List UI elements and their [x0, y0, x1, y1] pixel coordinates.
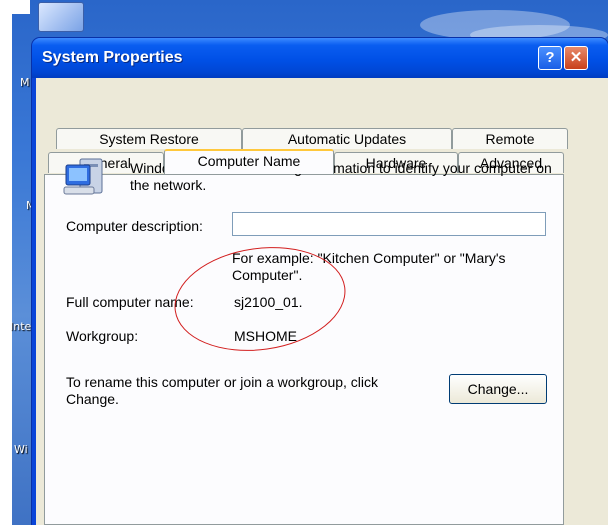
full-computer-name-label: Full computer name: [66, 294, 194, 310]
desktop-icon-label[interactable]: Wi [14, 443, 28, 456]
tab-computer-name[interactable]: Computer Name [164, 149, 334, 174]
computer-description-input[interactable] [232, 212, 546, 236]
tab-system-restore[interactable]: System Restore [56, 128, 242, 149]
rename-instructions: To rename this computer or join a workgr… [66, 374, 379, 407]
screen-edge [0, 0, 30, 14]
screen-edge [0, 0, 12, 525]
workgroup-value: MSHOME [234, 328, 297, 344]
desktop-icon[interactable] [38, 2, 84, 32]
full-computer-name-value: sj2100_01. [234, 294, 303, 310]
close-button[interactable]: ✕ [564, 46, 588, 70]
tab-automatic-updates[interactable]: Automatic Updates [242, 128, 452, 149]
computer-icon [63, 158, 103, 195]
workgroup-label: Workgroup: [66, 328, 139, 344]
desktop-icon-label[interactable]: Inte [10, 320, 31, 333]
example-hint-text: For example: "Kitchen Computer" or "Mary… [232, 250, 506, 283]
computer-description-label: Computer description: [66, 218, 203, 234]
tab-remote[interactable]: Remote [452, 128, 568, 149]
title-bar[interactable]: System Properties ? ✕ [32, 38, 608, 78]
system-properties-window: System Properties ? ✕ System Restore Aut… [32, 38, 608, 525]
window-title: System Properties [42, 49, 183, 66]
change-button[interactable]: Change... [449, 374, 547, 404]
desktop-icon-label[interactable]: M [20, 76, 30, 89]
help-button[interactable]: ? [538, 46, 562, 70]
